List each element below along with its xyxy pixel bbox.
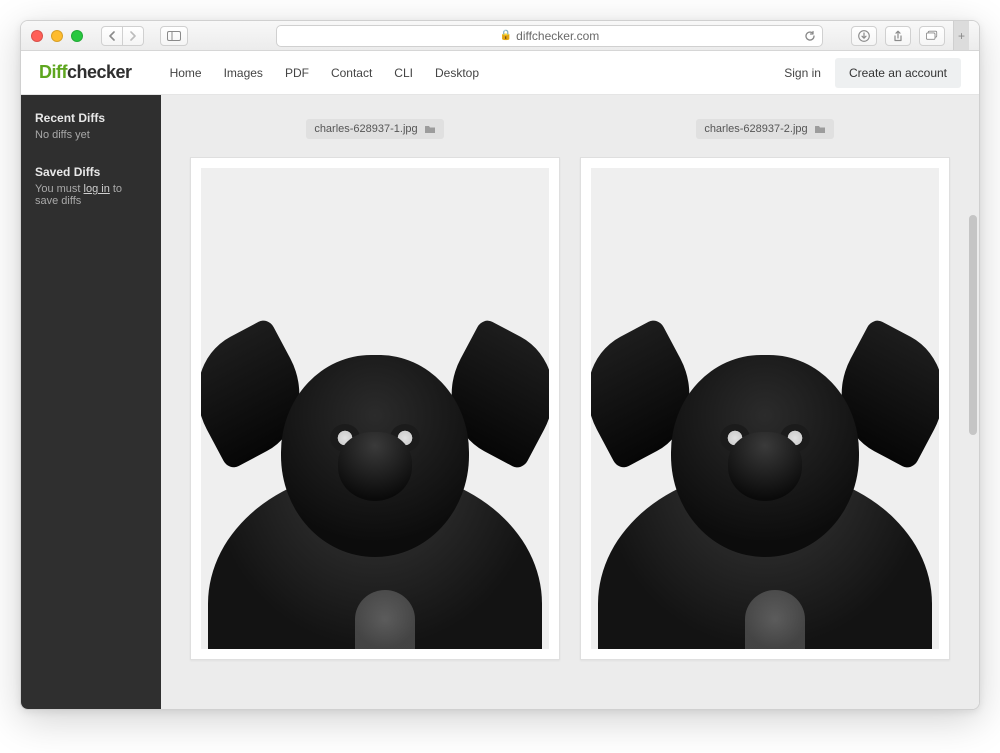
left-filename: charles-628937-1.jpg xyxy=(314,123,417,135)
image-panes: charles-628937-1.jpg xyxy=(185,119,955,660)
right-filename-chip[interactable]: charles-628937-2.jpg xyxy=(696,119,833,139)
chevron-right-icon xyxy=(129,31,137,41)
browser-reload-button[interactable] xyxy=(804,30,816,42)
left-image[interactable] xyxy=(201,168,549,649)
tabs-icon xyxy=(926,30,938,41)
browser-toolbar-right xyxy=(851,26,945,46)
sidebar-login-link[interactable]: log in xyxy=(84,183,110,195)
browser-downloads-button[interactable] xyxy=(851,26,877,46)
browser-window: 🔒 diffchecker.com + Diffchecker xyxy=(20,20,980,710)
dog-image-left xyxy=(208,322,542,649)
download-icon xyxy=(858,30,870,42)
nav-home[interactable]: Home xyxy=(170,66,202,80)
scrollbar[interactable] xyxy=(969,215,977,435)
right-image[interactable] xyxy=(591,168,939,649)
left-filename-chip[interactable]: charles-628937-1.jpg xyxy=(306,119,443,139)
sidebar-saved-diffs: Saved Diffs You must log in to save diff… xyxy=(35,165,147,207)
logo-part-2: checker xyxy=(67,62,132,82)
nav-desktop[interactable]: Desktop xyxy=(435,66,479,80)
logo-part-1: Diff xyxy=(39,62,67,82)
sidebar-saved-title: Saved Diffs xyxy=(35,165,147,179)
main-panel: charles-628937-1.jpg xyxy=(161,95,979,709)
lock-icon: 🔒 xyxy=(500,30,512,41)
chevron-left-icon xyxy=(108,31,116,41)
browser-share-button[interactable] xyxy=(885,26,911,46)
sidebar: Recent Diffs No diffs yet Saved Diffs Yo… xyxy=(21,95,161,709)
nav-pdf[interactable]: PDF xyxy=(285,66,309,80)
content: Recent Diffs No diffs yet Saved Diffs Yo… xyxy=(21,95,979,709)
browser-address-bar[interactable]: 🔒 diffchecker.com xyxy=(276,25,823,47)
logo[interactable]: Diffchecker xyxy=(39,62,132,83)
create-account-button[interactable]: Create an account xyxy=(835,58,961,88)
primary-nav: Home Images PDF Contact CLI Desktop xyxy=(170,66,479,80)
browser-titlebar: 🔒 diffchecker.com + xyxy=(21,21,979,51)
right-image-card xyxy=(580,157,950,660)
browser-new-tab-button[interactable]: + xyxy=(953,21,969,50)
folder-icon xyxy=(424,124,436,134)
browser-address-text: diffchecker.com xyxy=(516,29,599,43)
header-auth: Sign in Create an account xyxy=(784,58,961,88)
folder-icon xyxy=(814,124,826,134)
share-icon xyxy=(892,30,904,42)
browser-nav-buttons xyxy=(101,26,144,46)
left-pane: charles-628937-1.jpg xyxy=(190,119,560,660)
browser-sidebar-button[interactable] xyxy=(160,26,188,46)
window-close-button[interactable] xyxy=(31,30,43,42)
browser-forward-button[interactable] xyxy=(123,26,144,46)
site-header: Diffchecker Home Images PDF Contact CLI … xyxy=(21,51,979,95)
right-filename: charles-628937-2.jpg xyxy=(704,123,807,135)
page: Diffchecker Home Images PDF Contact CLI … xyxy=(21,51,979,709)
window-controls xyxy=(31,30,83,42)
sidebar-recent-title: Recent Diffs xyxy=(35,111,147,125)
dog-image-right xyxy=(598,322,932,649)
window-minimize-button[interactable] xyxy=(51,30,63,42)
sidebar-icon xyxy=(167,31,181,41)
window-zoom-button[interactable] xyxy=(71,30,83,42)
nav-contact[interactable]: Contact xyxy=(331,66,372,80)
sidebar-saved-prefix: You must xyxy=(35,183,84,195)
sidebar-saved-text: You must log in to save diffs xyxy=(35,183,147,207)
right-pane: charles-628937-2.jpg xyxy=(580,119,950,660)
reload-icon xyxy=(804,30,816,42)
browser-tabs-button[interactable] xyxy=(919,26,945,46)
left-image-card xyxy=(190,157,560,660)
nav-cli[interactable]: CLI xyxy=(394,66,413,80)
nav-images[interactable]: Images xyxy=(224,66,263,80)
sidebar-recent-empty: No diffs yet xyxy=(35,129,147,141)
sidebar-recent-diffs: Recent Diffs No diffs yet xyxy=(35,111,147,141)
sign-in-link[interactable]: Sign in xyxy=(784,66,821,80)
browser-back-button[interactable] xyxy=(101,26,123,46)
